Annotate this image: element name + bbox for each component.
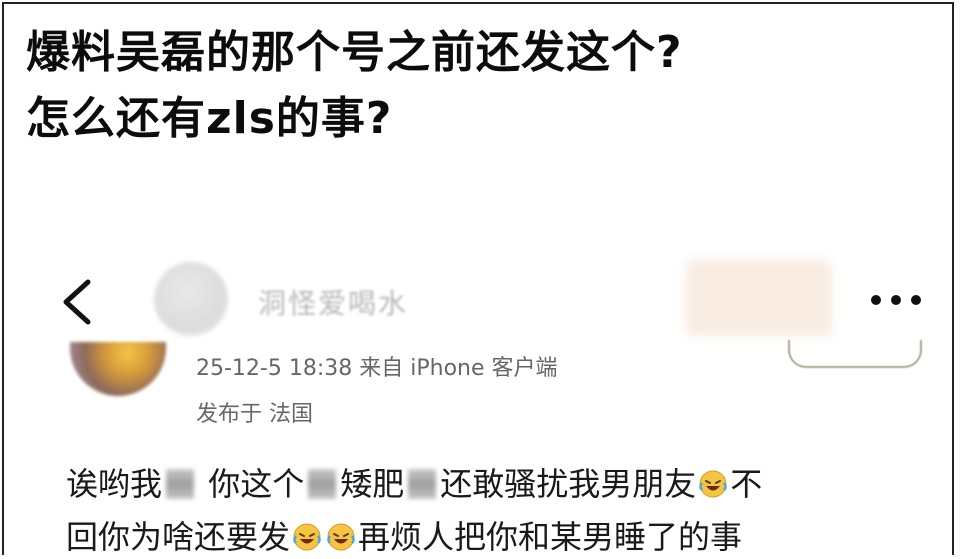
header-avatar[interactable]: [154, 262, 228, 336]
caption-line-1: 爆料吴磊的那个号之前还发这个?: [26, 27, 683, 78]
body-segment: 你这个: [198, 465, 305, 503]
weibo-post-screenshot: 洞怪爱喝水 25-12-5 18:38 来自 iPhone 客户端 发布于 法国…: [18, 230, 948, 555]
post-location: 发布于 法国: [196, 402, 313, 427]
body-segment: 再烦人把你和某男睡了的事: [358, 518, 743, 555]
caption: 爆料吴磊的那个号之前还发这个? 怎么还有zls的事?: [26, 20, 683, 152]
post-body-line-2: 回你为啥还要发 再烦人把你和某男睡了的事: [66, 511, 936, 555]
laughing-crying-emoji-icon: [293, 523, 321, 551]
header-username[interactable]: 洞怪爱喝水: [258, 282, 408, 322]
body-segment: 矮肥: [340, 465, 405, 503]
body-segment: 不: [730, 465, 763, 503]
post-body: 诶哟我 你这个 矮肥 还敢骚扰我男朋友不 回你为啥还要发 再烦人把你和某男睡了的事: [66, 458, 936, 555]
redacted-header-block: [686, 260, 832, 336]
follow-button-outline[interactable]: [788, 340, 922, 368]
screenshot-frame: 爆料吴磊的那个号之前还发这个? 怎么还有zls的事? 洞怪爱喝水 25-12-5…: [2, 2, 954, 555]
more-dots-icon[interactable]: [868, 288, 924, 312]
post-timestamp: 25-12-5 18:38 来自 iPhone 客户端: [196, 356, 558, 381]
redacted-text: [408, 469, 437, 499]
redacted-text: [166, 469, 195, 499]
body-segment: 回你为啥还要发: [66, 518, 291, 555]
laughing-crying-emoji-icon: [327, 523, 355, 551]
user-avatar[interactable]: [70, 342, 166, 396]
laughing-crying-emoji-icon: [699, 470, 727, 498]
post-body-line-1: 诶哟我 你这个 矮肥 还敢骚扰我男朋友不: [66, 458, 936, 511]
redacted-text: [308, 469, 337, 499]
body-segment: 还敢骚扰我男朋友: [440, 465, 697, 503]
chevron-left-icon[interactable]: [58, 278, 98, 326]
caption-line-2: 怎么还有zls的事?: [26, 93, 393, 144]
body-segment: 诶哟我: [66, 465, 163, 503]
